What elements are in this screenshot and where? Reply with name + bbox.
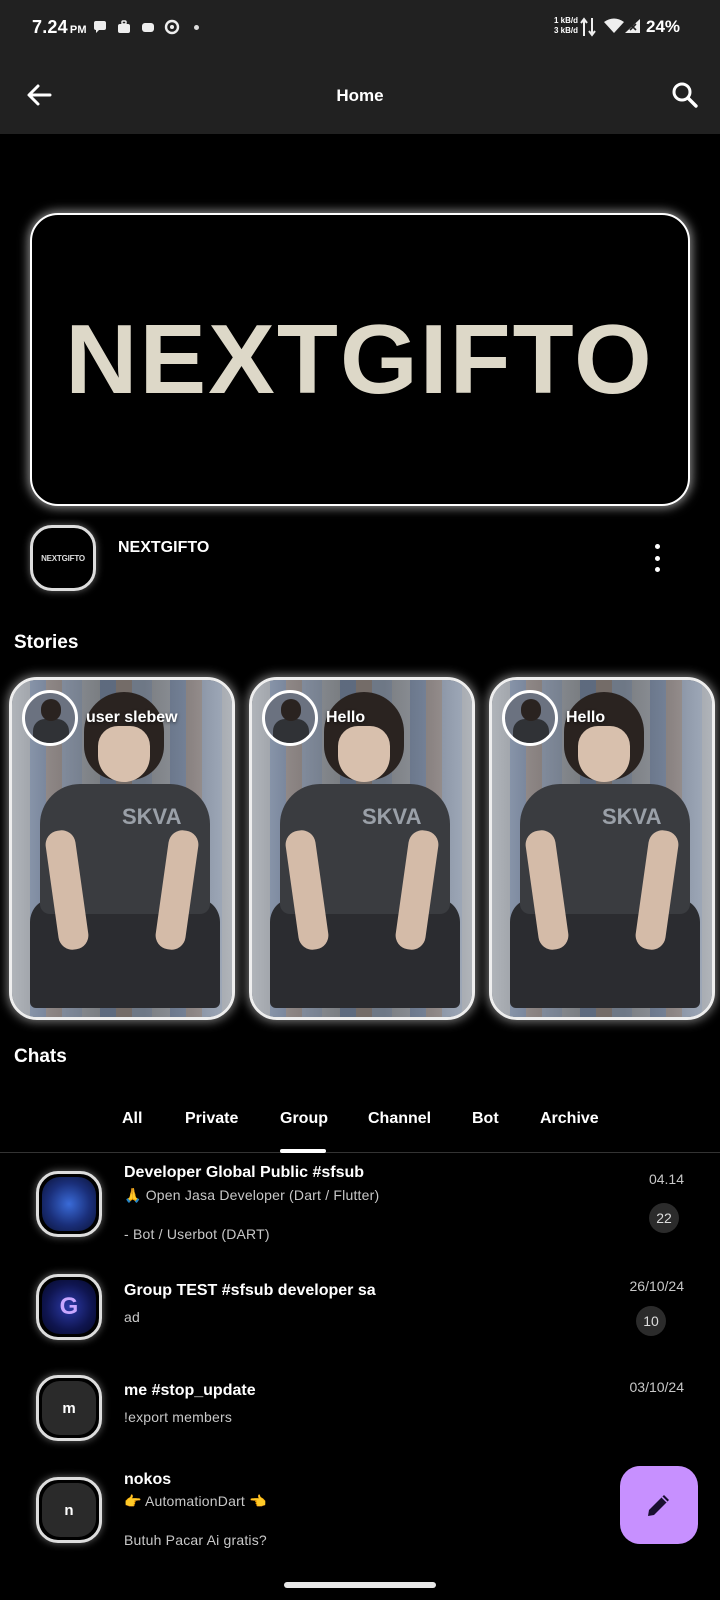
more-vertical-icon-dot [654,555,660,561]
profile-banner[interactable]: NEXTGIFTO [30,213,690,506]
chat-avatar: G [36,1274,102,1340]
story-shirt-print: SKVA [602,804,662,829]
wallet-icon [140,19,156,35]
status-notification-icons [92,19,199,35]
wifi-icon [604,18,624,39]
chat-preview-line: 👉 AutomationDart 👈 [124,1493,267,1509]
unread-badge: 22 [649,1203,679,1233]
compose-button[interactable] [620,1466,698,1544]
story-shirt-print: SKVA [122,804,182,829]
profile-avatar-logo: NEXTGIFTO [36,531,90,585]
story-card[interactable]: SKVA Hello [489,677,715,1020]
story-avatar [262,690,318,746]
tab-all[interactable]: All [122,1110,142,1128]
chat-list-item[interactable]: m me #stop_update !export members 03/10/… [0,1364,720,1464]
battery-level: 24% [646,17,681,36]
chat-avatar: n [36,1477,102,1543]
pencil-icon [648,1495,669,1516]
banner-logo-text: NEXTGIFTO [65,304,655,414]
more-options-button[interactable] [650,544,664,572]
profile-name: NEXTGIFTO [118,539,210,556]
more-notifications-dot [194,24,199,30]
tab-bot[interactable]: Bot [472,1110,499,1128]
chat-list-item[interactable]: G Group TEST #sfsub developer sa ad 26/1… [0,1263,720,1363]
story-shirt-print: SKVA [362,804,422,829]
story-label: Hello [326,709,366,726]
chat-avatar-image: G [42,1280,96,1334]
story-figure-face [338,726,390,782]
tab-channel[interactable]: Channel [368,1110,431,1128]
avatar-figure [513,719,549,743]
story-figure-face [578,726,630,782]
chat-preview-line: !export members [124,1409,233,1425]
chat-bubble-icon [92,19,108,35]
story-card[interactable]: SKVA Hello [249,677,475,1020]
chat-preview-line: Butuh Pacar Ai gratis? [124,1532,267,1548]
chat-avatar: m [36,1375,102,1441]
chat-list-item[interactable]: n nokos 👉 AutomationDart 👈 Butuh Pacar A… [0,1466,720,1566]
network-speed: 1 kB/d 3 kB/d [553,16,578,35]
chat-avatar-image [42,1177,96,1231]
chat-preview-line: ad [124,1309,140,1325]
avatar-figure-head [281,699,301,721]
stories-heading: Stories [14,632,79,653]
avatar-figure [273,719,309,743]
story-label: user slebew [86,709,178,726]
page-title: Home [336,86,384,105]
tab-private[interactable]: Private [185,1110,238,1128]
tab-group[interactable]: Group [280,1110,328,1128]
data-transfer-icon [580,16,596,43]
avatar-figure [33,719,69,743]
story-card[interactable]: SKVA user slebew [9,677,235,1020]
tab-archive[interactable]: Archive [540,1110,599,1128]
chat-avatar-initial: m [42,1381,96,1435]
chat-title: Developer Global Public #sfsub [124,1164,365,1181]
profile-avatar[interactable]: NEXTGIFTO [30,525,96,591]
briefcase-icon [116,19,132,35]
status-bar: 7.24 PM 1 kB/d 3 kB/d 24% [0,0,720,56]
chat-list-item[interactable]: Developer Global Public #sfsub 🙏 Open Ja… [0,1160,720,1260]
story-avatar [502,690,558,746]
chats-heading: Chats [14,1046,67,1067]
signal-icon [624,18,642,39]
chat-preview-line: 🙏 Open Jasa Developer (Dart / Flutter) [124,1187,380,1203]
chat-date: 04.14 [648,1171,684,1187]
chat-preview-line: - Bot / Userbot (DART) [124,1226,270,1242]
chat-title: nokos [124,1471,172,1488]
story-figure-face [98,726,150,782]
search-button[interactable] [668,78,702,112]
chat-avatar [36,1171,102,1237]
sync-icon [164,19,180,35]
home-indicator[interactable] [284,1582,436,1588]
story-label: Hello [566,709,606,726]
more-vertical-icon [654,544,660,549]
unread-badge: 10 [636,1306,666,1336]
chat-date: 03/10/24 [629,1379,685,1395]
avatar-figure-head [521,699,541,721]
app-bar: Home [0,56,720,134]
search-icon [672,82,698,108]
chat-title: me #stop_update [124,1382,256,1399]
active-tab-indicator [280,1149,326,1153]
chat-title: Group TEST #sfsub developer sa [124,1282,376,1299]
story-avatar [22,690,78,746]
chat-avatar-initial: n [42,1483,96,1537]
chat-date: 26/10/24 [629,1278,685,1294]
more-vertical-icon-dot [654,567,660,572]
status-time: 7.24 PM [32,17,87,37]
chat-filter-tabs: All Private Group Channel Bot Archive [0,1100,720,1153]
avatar-figure-head [41,699,61,721]
